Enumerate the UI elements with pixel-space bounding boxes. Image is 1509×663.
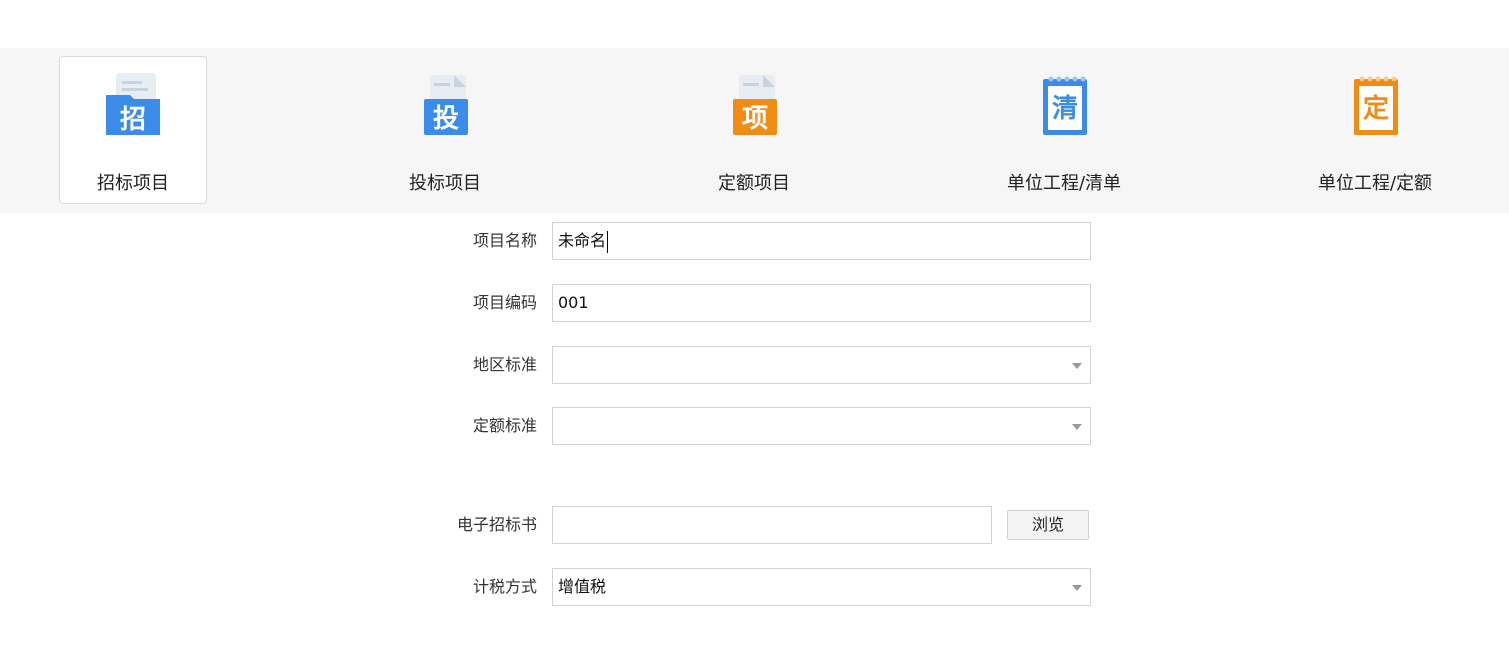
text-caret [607,230,609,253]
tax-method-row: 计税方式 增值税 [0,568,1509,606]
tab-tender-project[interactable]: 招 招标项目 [59,56,207,204]
tab-unit-quota[interactable]: 定 单位工程/定额 [1301,56,1449,204]
quota-standard-select[interactable] [552,407,1091,445]
region-standard-select[interactable] [552,346,1091,384]
e-tender-row: 电子招标书 浏览 [0,506,1509,544]
tou-doc-icon: 投 [424,75,468,135]
project-name-input[interactable]: 未命名 [552,222,1091,260]
e-tender-path-input[interactable] [552,506,992,544]
chevron-down-icon [1072,585,1082,591]
svg-text:定: 定 [1363,93,1389,124]
e-tender-label: 电子招标书 [456,515,537,534]
project-type-toolbar: 招 招标项目 投 投标项目 项 定额项目 清 单位工程/清单 定 单位工程/定额 [0,48,1509,213]
tab-quota-project[interactable]: 项 定额项目 [680,56,828,204]
tab-label: 招标项目 [97,173,169,194]
project-name-row: 项目名称 未命名 [0,222,1509,260]
tax-method-value: 增值税 [558,577,607,596]
quota-standard-row: 定额标准 [0,407,1509,445]
qing-notepad-icon: 清 [1043,76,1087,135]
project-name-value: 未命名 [558,231,607,250]
chevron-down-icon [1072,363,1082,369]
tab-label: 投标项目 [409,173,481,194]
region-standard-row: 地区标准 [0,346,1509,384]
browse-button[interactable]: 浏览 [1007,510,1089,540]
tab-unit-bill[interactable]: 清 单位工程/清单 [990,56,1138,204]
tab-label: 单位工程/清单 [1006,173,1122,194]
svg-text:招: 招 [120,105,146,135]
tax-method-select[interactable]: 增值税 [552,568,1091,606]
chevron-down-icon [1072,424,1082,430]
project-code-row: 项目编码 001 [0,284,1509,322]
tab-bid-project[interactable]: 投 投标项目 [371,56,519,204]
project-name-label: 项目名称 [472,231,537,250]
svg-text:项: 项 [742,104,768,134]
svg-text:投: 投 [433,104,459,134]
ding-notepad-icon: 定 [1354,76,1398,135]
project-code-label: 项目编码 [472,293,537,312]
xiang-doc-icon: 项 [733,75,777,135]
quota-standard-label: 定额标准 [472,416,537,435]
svg-text:清: 清 [1052,94,1078,124]
tax-method-label: 计税方式 [472,577,537,596]
project-code-input[interactable]: 001 [552,284,1091,322]
tab-label: 定额项目 [718,173,790,194]
tab-label: 单位工程/定额 [1317,173,1433,194]
zhao-doc-icon: 招 [106,73,160,135]
region-standard-label: 地区标准 [472,355,537,374]
